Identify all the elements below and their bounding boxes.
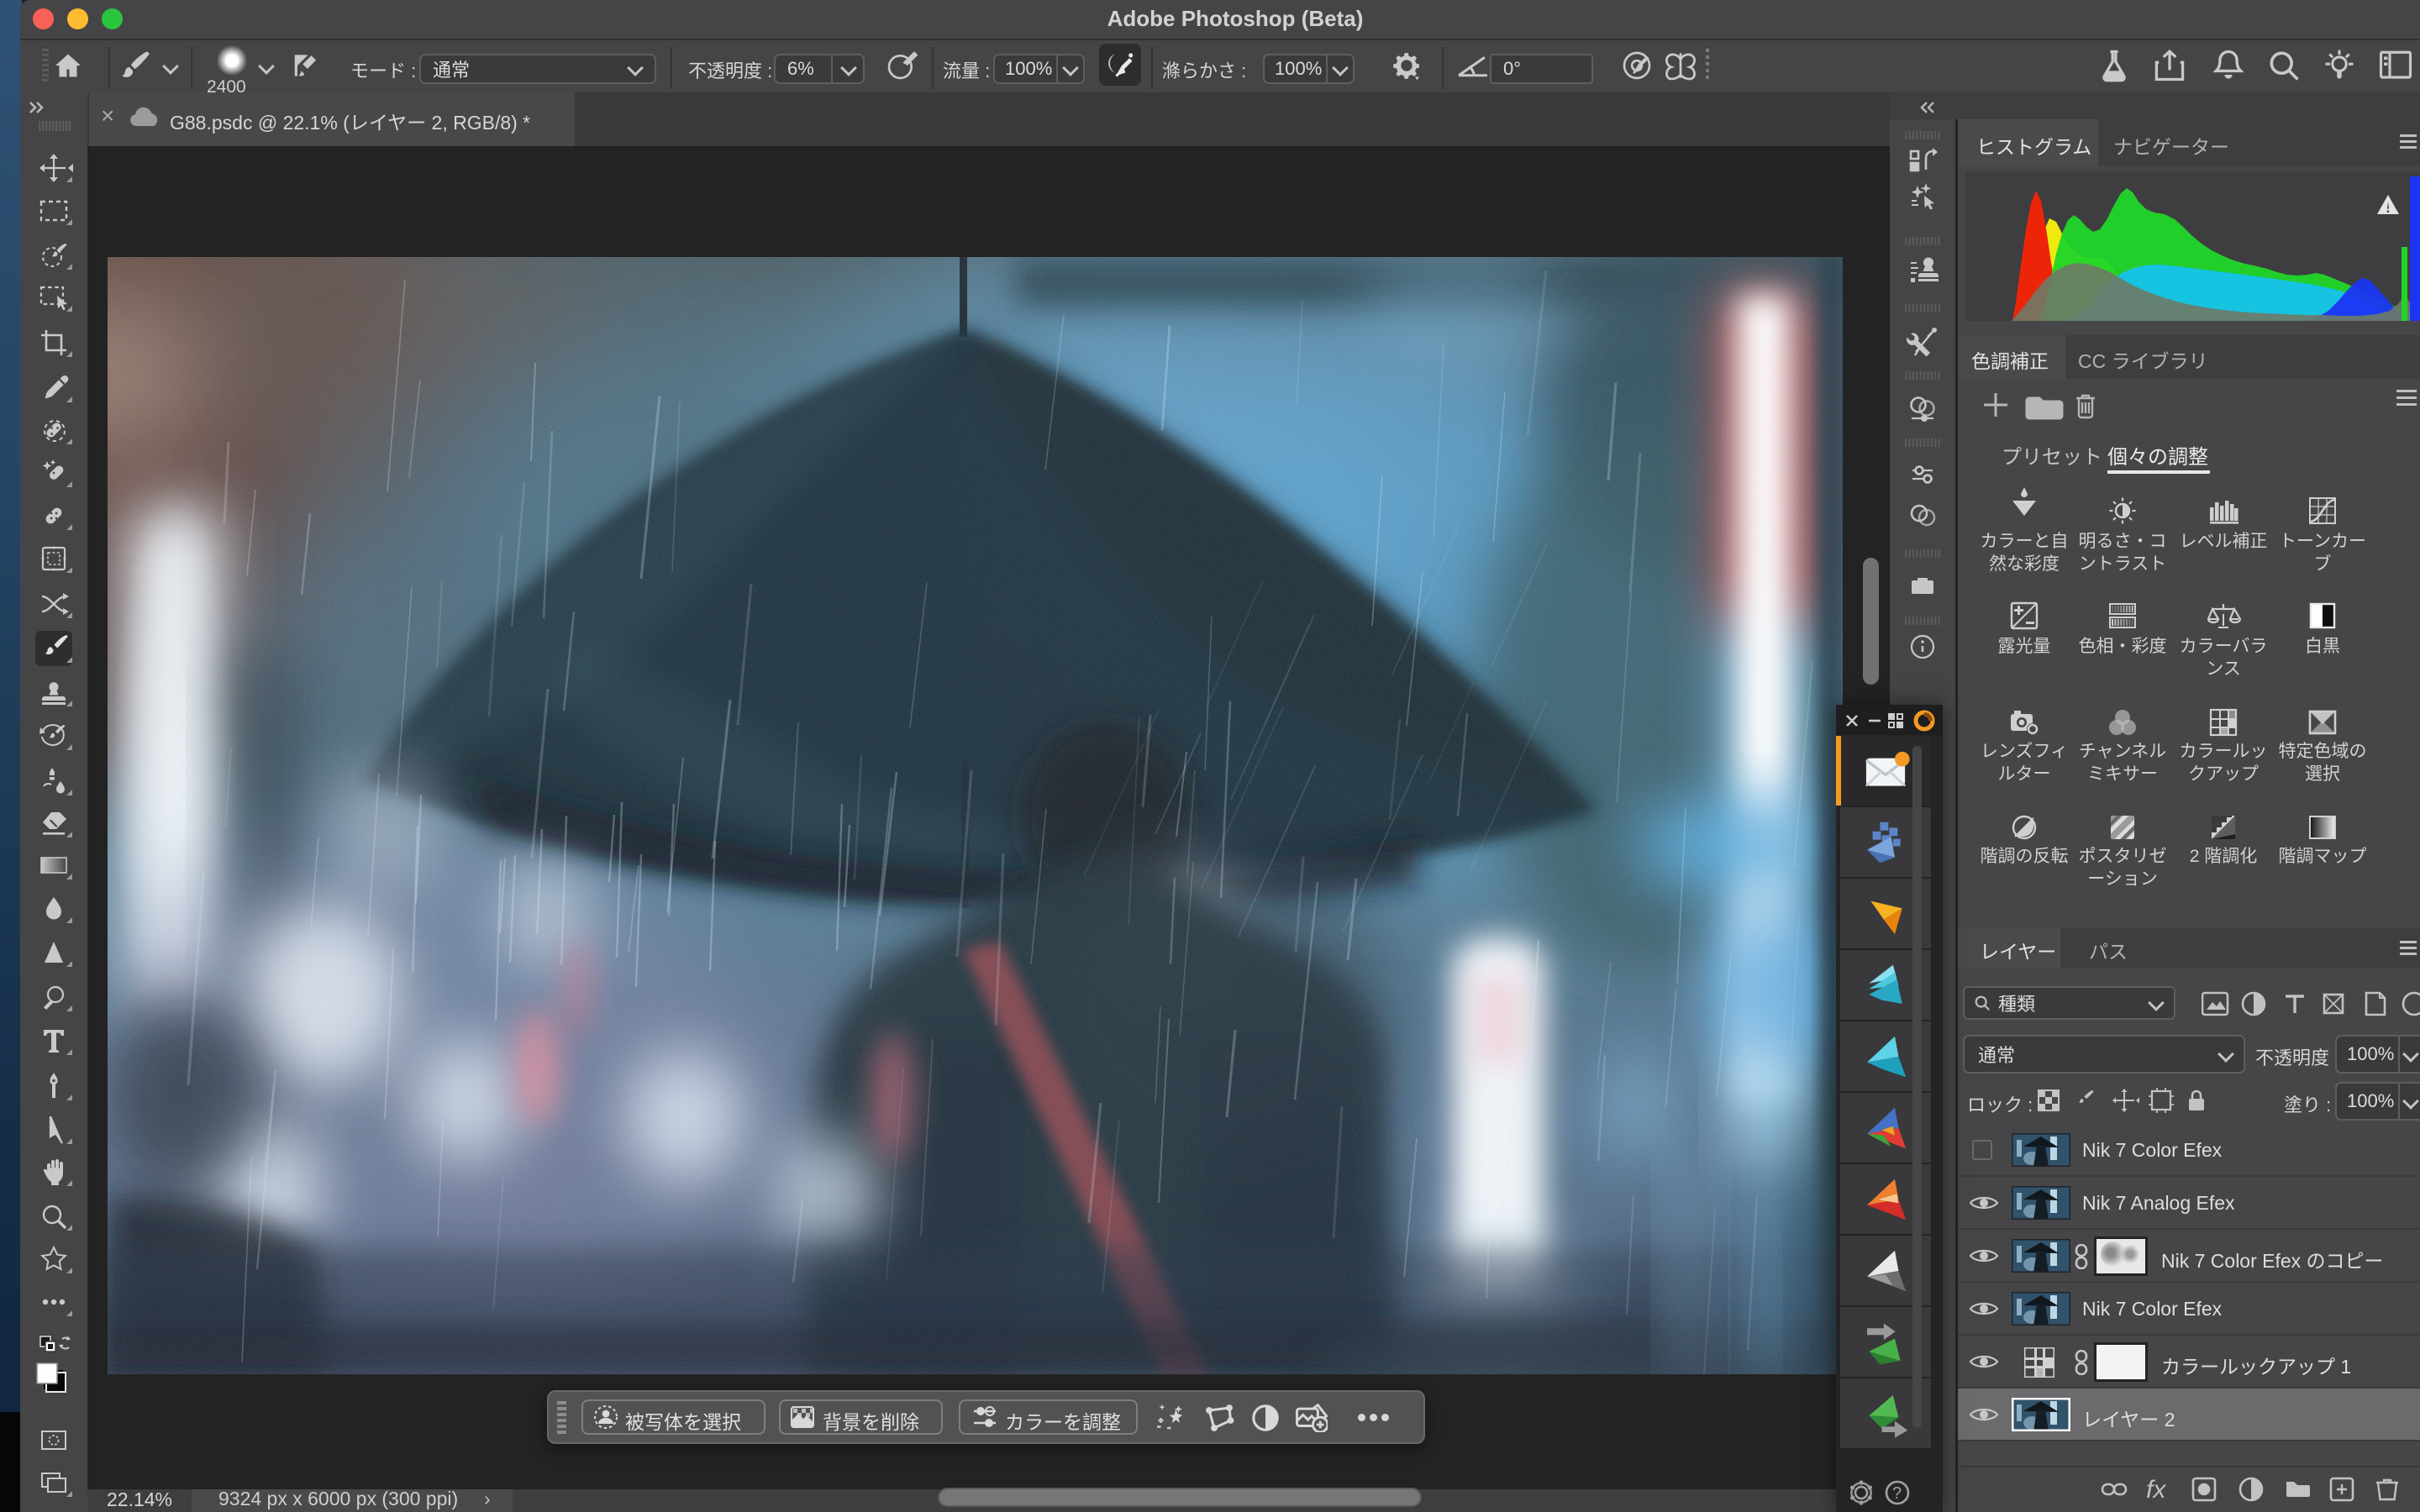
svg-text:fx: fx <box>2146 1476 2166 1504</box>
svg-text:?: ? <box>1892 1484 1902 1503</box>
